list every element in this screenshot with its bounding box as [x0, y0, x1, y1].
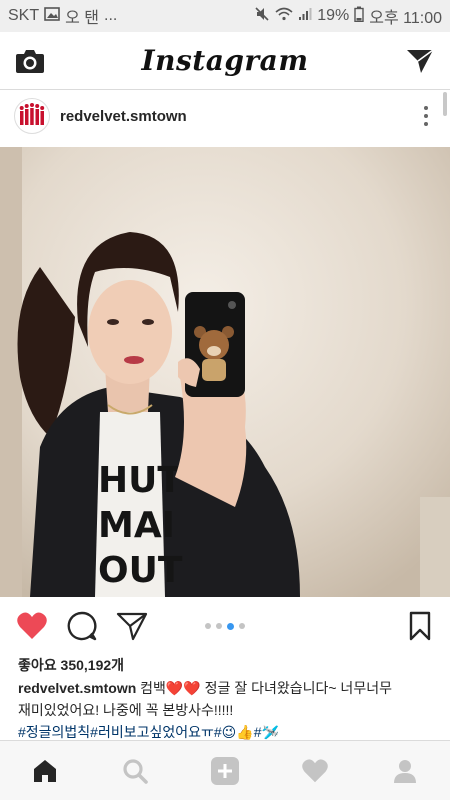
- heart-filled-icon: [17, 612, 47, 639]
- app-header: Instagram: [0, 32, 450, 90]
- post-actions: [0, 603, 450, 649]
- nav-search[interactable]: [112, 748, 158, 794]
- signal-icon: [298, 7, 312, 26]
- status-bar: SKT 오 탠 ... 19% 오후 11:00: [0, 0, 450, 32]
- carrier-label: SKT: [8, 7, 40, 24]
- battery-icon: [354, 6, 364, 27]
- carousel-dot: [205, 623, 211, 629]
- direct-message-icon: [407, 48, 434, 73]
- save-button[interactable]: [402, 608, 438, 644]
- notification-ellipsis: ...: [104, 7, 118, 24]
- more-dot: [424, 122, 428, 126]
- gallery-notification-icon: [44, 6, 60, 26]
- status-left: SKT 오 탠 ...: [8, 4, 117, 28]
- more-dot: [424, 114, 428, 118]
- nav-add-post[interactable]: [202, 748, 248, 794]
- profile-icon: [394, 759, 416, 783]
- caption-username[interactable]: redvelvet.smtown: [18, 680, 136, 696]
- status-right: 19% 오후 11:00: [254, 4, 442, 28]
- svg-text:OUT: OUT: [98, 550, 183, 591]
- mute-icon: [254, 6, 270, 27]
- selfie-photo-image: HUT MAI OUT: [0, 147, 450, 597]
- direct-message-button[interactable]: [404, 45, 436, 77]
- likes-count[interactable]: 좋아요 350,192개: [18, 655, 124, 675]
- more-options-button[interactable]: [416, 101, 436, 131]
- scrollbar[interactable]: [443, 92, 447, 116]
- carousel-dot: [216, 623, 222, 629]
- home-icon: [34, 759, 56, 782]
- share-icon: [116, 612, 148, 641]
- more-dot: [424, 106, 428, 110]
- wifi-icon: [275, 7, 293, 26]
- add-post-icon: [211, 756, 239, 785]
- caption-text-1: 컴백❤️❤️ 정글 잘 다녀왔습니다~ 너무너무: [140, 680, 392, 696]
- avatar[interactable]: [14, 98, 50, 134]
- like-button[interactable]: [14, 608, 50, 644]
- post-header: redvelvet.smtown: [0, 91, 450, 141]
- nav-activity[interactable]: [292, 748, 338, 794]
- caption-line-1: redvelvet.smtown 컴백❤️❤️ 정글 잘 다녀왔습니다~ 너무너…: [18, 677, 438, 699]
- carousel-dot-active: [227, 622, 234, 630]
- notification-text: 오 탠: [65, 10, 100, 27]
- nav-profile[interactable]: [382, 748, 428, 794]
- bookmark-icon: [409, 611, 431, 641]
- share-button[interactable]: [114, 608, 150, 644]
- bottom-nav: [0, 740, 450, 800]
- camera-button[interactable]: [14, 45, 46, 77]
- clock: 오후 11:00: [369, 10, 442, 27]
- post-username[interactable]: redvelvet.smtown: [60, 108, 416, 125]
- carousel-dot: [239, 623, 245, 629]
- search-icon: [123, 758, 148, 784]
- battery-percent: 19%: [317, 7, 350, 24]
- svg-text:HUT: HUT: [98, 460, 182, 501]
- comment-icon: [67, 611, 97, 641]
- nav-home[interactable]: [22, 748, 68, 794]
- activity-heart-icon: [302, 758, 328, 782]
- instagram-logo: Instagram: [141, 44, 309, 77]
- caption-text-2: 재미있었어요! 나중에 꼭 본방사수!!!!!: [18, 702, 234, 718]
- post-photo[interactable]: HUT MAI OUT: [0, 147, 450, 597]
- comment-button[interactable]: [64, 608, 100, 644]
- camera-icon: [16, 49, 44, 73]
- red-velvet-logo: [19, 103, 45, 125]
- svg-text:MAI: MAI: [98, 505, 175, 546]
- caption: redvelvet.smtown 컴백❤️❤️ 정글 잘 다녀왔습니다~ 너무너…: [18, 677, 438, 743]
